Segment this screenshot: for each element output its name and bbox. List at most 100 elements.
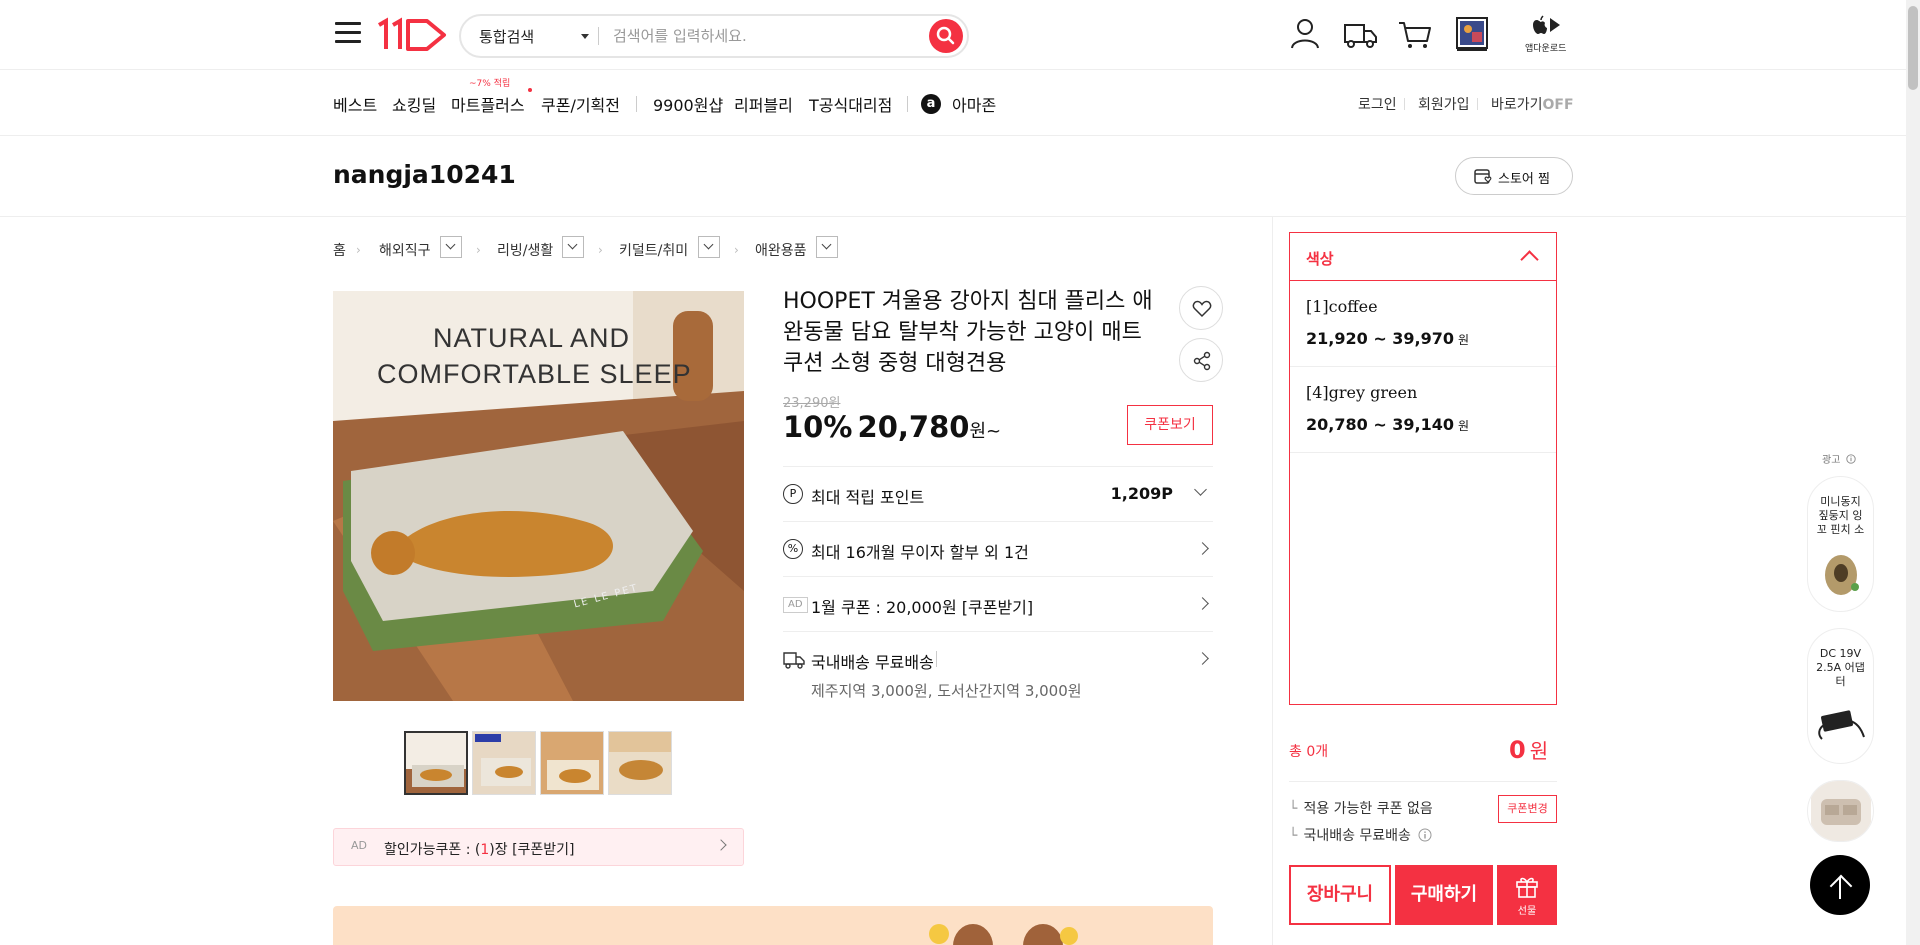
shortcut-label: 바로가기	[1491, 97, 1543, 113]
thumbnail-3[interactable]	[540, 731, 604, 795]
side-ad-card-3[interactable]	[1807, 780, 1874, 842]
bird-nest-image	[1824, 555, 1859, 595]
side-ad-card-1[interactable]: 미니동지 짚둥지 잉꼬 핀치 소	[1807, 476, 1874, 612]
chevron-up-icon	[1520, 250, 1539, 269]
option-header-label: 색상	[1306, 250, 1334, 268]
search-button[interactable]	[929, 19, 963, 53]
nav-coupon[interactable]: 쿠폰/기획전	[541, 92, 620, 116]
sale-price: 10% 20,780원~	[783, 410, 1001, 444]
option-price-value: 21,920 ~ 39,970	[1306, 329, 1455, 348]
amazon-icon: a	[921, 94, 941, 114]
nav-mart-plus[interactable]: 마트플러스	[451, 92, 525, 116]
total-price-value: 0	[1509, 736, 1526, 764]
info-icon[interactable]	[1845, 454, 1856, 464]
app-download-icon[interactable]	[1531, 15, 1561, 37]
option-header[interactable]: 색상	[1290, 233, 1556, 281]
breadcrumb-pet[interactable]: 애완용품	[755, 240, 807, 260]
breadcrumb-overseas[interactable]: 해외직구	[379, 240, 431, 260]
option-price: 21,920 ~ 39,970 원	[1306, 329, 1469, 348]
scrollbar-thumb[interactable]	[1908, 6, 1918, 90]
breadcrumb-dropdown[interactable]	[816, 236, 838, 258]
nav-divider	[636, 96, 637, 112]
breadcrumb-dropdown[interactable]	[440, 236, 462, 258]
nav-refurbly[interactable]: 리퍼블리	[734, 92, 793, 116]
global-nav: 베스트 쇼킹딜 ~7% 적립 마트플러스 쿠폰/기획전 9900원샵 리퍼블리 …	[0, 70, 1906, 136]
total-price-unit: 원	[1529, 739, 1549, 763]
coupon-view-button[interactable]: 쿠폰보기	[1127, 405, 1213, 445]
thumbnail-1[interactable]	[404, 731, 468, 795]
promo-illustration	[929, 924, 1078, 945]
promo-banner[interactable]	[333, 906, 1213, 945]
shipping-extra: 제주지역 3,000원, 도서산간지역 3,000원	[811, 682, 1082, 700]
login-link[interactable]: 로그인	[1358, 94, 1397, 114]
option-price: 20,780 ~ 39,140 원	[1306, 415, 1469, 434]
chevron-right-icon: ›	[734, 243, 739, 257]
11st-logo[interactable]	[377, 16, 449, 52]
divider	[1289, 781, 1557, 782]
option-name: [4]grey green	[1306, 383, 1418, 402]
signup-link[interactable]: 회원가입	[1418, 94, 1470, 114]
wishlist-button[interactable]	[1179, 286, 1223, 330]
thumbnail-image	[541, 732, 603, 794]
side-ad-title-2: DC 19V 2.5A 어댑터	[1816, 647, 1865, 688]
nav-best[interactable]: 베스트	[333, 92, 377, 116]
recent-view-icon[interactable]	[1452, 14, 1492, 54]
mart-badge: ~7% 적립	[469, 79, 511, 89]
info-icon[interactable]	[1418, 828, 1432, 842]
original-price: 23,290원	[783, 396, 841, 411]
breadcrumb-home[interactable]: 홈	[333, 240, 346, 260]
discount-coupon-banner[interactable]: AD 할인가능쿠폰 : (1)장 [쿠폰받기]	[333, 828, 744, 866]
util-divider	[1404, 98, 1405, 110]
side-ad-card-2[interactable]: DC 19V 2.5A 어댑터	[1807, 628, 1874, 764]
nav-t-official[interactable]: T공식대리점	[809, 92, 892, 116]
chevron-right-icon	[1196, 597, 1209, 610]
chevron-right-icon: ›	[356, 243, 361, 257]
delivery-truck-icon[interactable]	[1340, 14, 1380, 54]
price-unit: 원~	[969, 421, 1002, 442]
installment-row[interactable]: % 최대 16개월 무이자 할부 외 1건	[783, 521, 1213, 576]
free-shipping-note: └ 국내배송 무료배송	[1289, 825, 1432, 845]
share-button[interactable]	[1179, 338, 1223, 382]
user-icon[interactable]	[1285, 14, 1325, 54]
cart-icon[interactable]	[1395, 14, 1435, 54]
option-item[interactable]: [1]coffee 21,920 ~ 39,970 원	[1290, 281, 1556, 367]
option-item[interactable]: [4]grey green 20,780 ~ 39,140 원	[1290, 367, 1556, 453]
gift-icon	[1516, 877, 1538, 898]
buy-now-button[interactable]: 구매하기	[1395, 865, 1493, 925]
jan-coupon-row[interactable]: AD 1월 쿠폰 : 20,000원 [쿠폰받기]	[783, 576, 1213, 631]
ad-tag: AD	[783, 597, 808, 613]
nav-9900[interactable]: 9900원샵	[653, 92, 723, 116]
scrollbar[interactable]	[1906, 0, 1920, 945]
thumbnail-2[interactable]	[472, 731, 536, 795]
chevron-right-icon: ›	[598, 243, 603, 257]
points-row[interactable]: P 최대 적립 포인트 1,209P	[783, 466, 1213, 521]
coupon-change-button[interactable]: 쿠폰변경	[1498, 795, 1557, 823]
chevron-right-icon	[715, 839, 727, 851]
app-download-label[interactable]: 앱다운로드	[1525, 41, 1566, 54]
breadcrumb-dropdown[interactable]	[562, 236, 584, 258]
search-input[interactable]	[613, 24, 913, 48]
breadcrumb-dropdown[interactable]	[698, 236, 720, 258]
shortcut-toggle[interactable]: 바로가기OFF	[1491, 94, 1574, 114]
points-value: 1,209P	[1110, 484, 1173, 503]
discount-coupon-count: 1	[480, 842, 490, 858]
shipping-row[interactable]: 국내배송 무료배송 제주지역 3,000원, 도서산간지역 3,000원	[783, 631, 1213, 711]
store-name[interactable]: nangja10241	[333, 160, 516, 189]
search-category[interactable]: 통합검색	[479, 26, 534, 47]
option-price-unit: 원	[1458, 333, 1470, 347]
thumbnail-4[interactable]	[608, 731, 672, 795]
point-icon: P	[783, 484, 803, 504]
store-follow-button[interactable]: 스토어 찜	[1455, 157, 1573, 195]
nav-amazon[interactable]: 아마존	[952, 92, 996, 116]
breadcrumb-living[interactable]: 리빙/생활	[497, 240, 553, 260]
product-main-image[interactable]: NATURAL AND COMFORTABLE SLEEP LE LE PET	[333, 291, 744, 701]
breadcrumb-kidult[interactable]: 키덜트/취미	[619, 240, 688, 260]
menu-icon[interactable]	[335, 22, 361, 44]
thumbnail-image	[406, 733, 466, 793]
scroll-to-top-button[interactable]	[1810, 855, 1870, 915]
shortcut-state: OFF	[1542, 97, 1574, 113]
add-to-cart-button[interactable]: 장바구니	[1289, 865, 1391, 925]
nav-shocking-deal[interactable]: 쇼킹딜	[392, 92, 436, 116]
gift-button[interactable]: 선물	[1497, 865, 1557, 925]
caret-down-icon[interactable]	[581, 34, 589, 39]
